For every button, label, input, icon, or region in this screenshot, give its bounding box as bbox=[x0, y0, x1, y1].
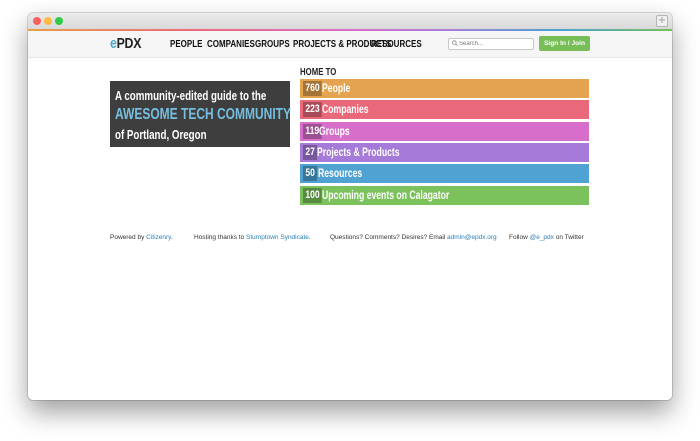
stat-label: Projects & Products bbox=[317, 145, 400, 159]
hero-line-3: of Portland, Oregon bbox=[115, 127, 207, 142]
footer-text: Questions? Comments? Desires? Email bbox=[330, 234, 448, 241]
footer-hosting: Hosting thanks to Stumptown Syndicate. bbox=[194, 234, 311, 241]
nav-people[interactable]: PEOPLE bbox=[170, 39, 202, 50]
search-box[interactable] bbox=[448, 38, 534, 50]
footer-text: . bbox=[170, 234, 173, 241]
stat-count: 760 bbox=[303, 81, 323, 96]
stat-label: Resources bbox=[318, 166, 363, 180]
hero-line-1: A community-edited guide to the bbox=[115, 88, 267, 103]
stat-upcoming-events[interactable]: 100 Upcoming events on Calagator bbox=[300, 186, 589, 205]
stat-label: People bbox=[322, 81, 351, 95]
browser-window: + ePDX PEOPLE COMPANIES GROUPS PROJECTS … bbox=[28, 13, 672, 400]
minimize-window-button[interactable] bbox=[44, 17, 52, 25]
stat-count: 100 bbox=[303, 188, 323, 203]
search-input[interactable] bbox=[459, 39, 529, 49]
stat-companies[interactable]: 223 Companies bbox=[300, 100, 589, 119]
nav-companies[interactable]: COMPANIES bbox=[207, 39, 255, 50]
twitter-link[interactable]: @e_pdx bbox=[530, 234, 554, 241]
hero-banner: A community-edited guide to the AWESOME … bbox=[110, 81, 292, 147]
stat-label: Companies bbox=[322, 102, 369, 116]
email-link[interactable]: admin@epdx.org bbox=[447, 234, 497, 241]
title-bar: + bbox=[28, 13, 672, 30]
stat-groups[interactable]: 119 Groups bbox=[300, 122, 589, 141]
zoom-window-button[interactable] bbox=[55, 17, 63, 25]
site-logo[interactable]: ePDX bbox=[110, 35, 141, 52]
stat-resources[interactable]: 50 Resources bbox=[300, 164, 589, 183]
footer-text: . bbox=[308, 234, 311, 241]
home-to-heading: HOME TO bbox=[300, 67, 337, 78]
hero-line-2: AWESOME TECH COMMUNITY bbox=[115, 106, 292, 123]
footer-text: Follow bbox=[509, 234, 530, 241]
stumptown-syndicate-link[interactable]: Stumptown Syndicate bbox=[246, 234, 309, 241]
citizenry-link[interactable]: Citizenry bbox=[146, 234, 171, 241]
close-window-button[interactable] bbox=[33, 17, 41, 25]
footer-powered-by: Powered by Citizenry. bbox=[110, 234, 173, 241]
footer-follow: Follow @e_pdx on Twitter bbox=[509, 234, 584, 241]
sign-in-join-button[interactable]: Sign In / Join bbox=[539, 36, 590, 51]
nav-resources[interactable]: RESOURCES bbox=[371, 39, 422, 50]
stat-people[interactable]: 760 People bbox=[300, 79, 589, 98]
footer-text: Hosting thanks to bbox=[194, 234, 247, 241]
stat-count: 50 bbox=[303, 166, 318, 181]
stat-projects-products[interactable]: 27 Projects & Products bbox=[300, 143, 589, 162]
footer-contact: Questions? Comments? Desires? Email admi… bbox=[330, 234, 497, 241]
stat-label: Upcoming events on Calagator bbox=[322, 188, 450, 202]
nav-groups[interactable]: GROUPS bbox=[255, 39, 290, 50]
footer-text: Powered by bbox=[110, 234, 147, 241]
plus-icon[interactable]: + bbox=[656, 15, 668, 27]
logo-pdx: PDX bbox=[116, 35, 142, 52]
search-icon bbox=[452, 39, 458, 51]
stat-count: 27 bbox=[303, 145, 318, 160]
site-header: ePDX PEOPLE COMPANIES GROUPS PROJECTS & … bbox=[28, 31, 672, 58]
stat-label: Groups bbox=[319, 124, 350, 138]
footer-text: on Twitter bbox=[553, 234, 584, 241]
stat-count: 223 bbox=[303, 102, 323, 117]
